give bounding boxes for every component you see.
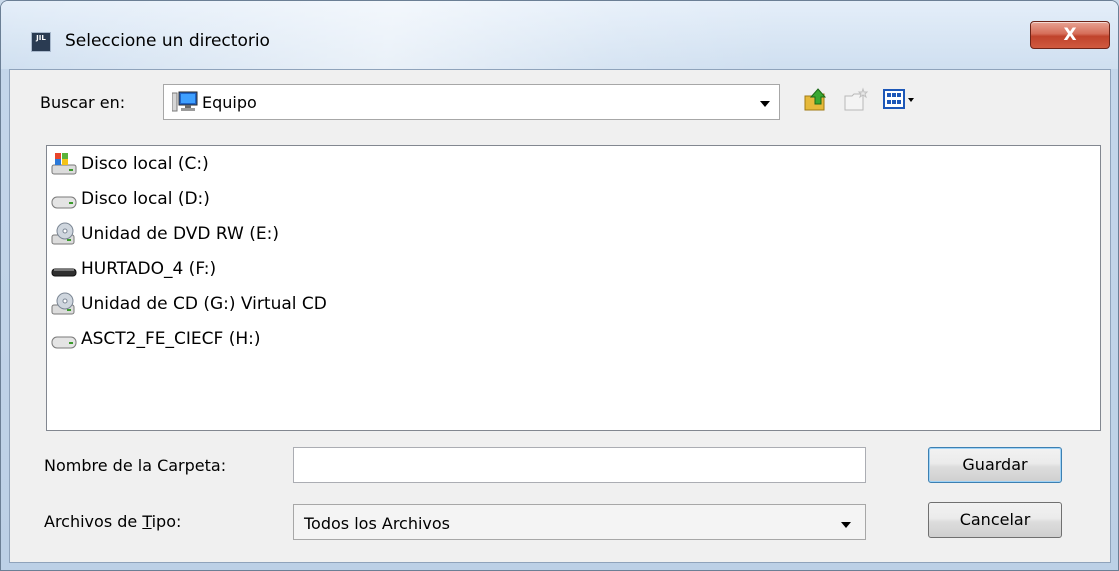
chevron-down-icon[interactable] xyxy=(841,522,851,528)
list-item[interactable]: HURTADO_4 (F:) xyxy=(51,254,216,284)
new-folder-icon xyxy=(844,87,869,111)
list-item[interactable]: Unidad de DVD RW (E:) xyxy=(51,219,279,249)
file-type-label: Archivos de Tipo: xyxy=(44,512,181,531)
view-menu-icon[interactable] xyxy=(882,86,920,114)
list-item-label: Unidad de CD (G:) Virtual CD xyxy=(81,294,327,314)
close-icon: X xyxy=(1063,25,1077,45)
file-type-value: Todos los Archivos xyxy=(304,514,451,533)
dvd-drive-icon xyxy=(51,222,75,245)
title-bar[interactable]: JIL Seleccione un directorio X xyxy=(1,1,1118,69)
list-item[interactable]: Disco local (D:) xyxy=(51,184,210,214)
file-type-label-mnemonic: T xyxy=(142,512,152,531)
computer-icon xyxy=(172,91,198,112)
list-item[interactable]: Disco local (C:) xyxy=(51,149,209,179)
look-in-label: Buscar en: xyxy=(40,93,126,112)
cancel-button[interactable]: Cancelar xyxy=(928,502,1062,538)
folder-name-label: Nombre de la Carpeta: xyxy=(44,456,227,475)
window-title: Seleccione un directorio xyxy=(65,31,270,51)
list-item-label: HURTADO_4 (F:) xyxy=(81,259,217,279)
file-type-dropdown[interactable]: Todos los Archivos xyxy=(293,504,866,540)
list-item[interactable]: Unidad de CD (G:) Virtual CD xyxy=(51,289,327,319)
list-item-label: Disco local (C:) xyxy=(81,154,209,174)
removable-drive-icon xyxy=(51,268,77,277)
list-item-label: Disco local (D:) xyxy=(81,189,210,209)
file-type-label-prefix: Archivos de xyxy=(44,512,143,531)
folder-name-input[interactable] xyxy=(293,447,866,483)
dialog-window: JIL Seleccione un directorio X Buscar en… xyxy=(0,0,1119,571)
app-icon-text: JIL xyxy=(36,34,46,42)
look-in-dropdown[interactable]: Equipo xyxy=(163,84,780,120)
file-type-label-suffix: ipo: xyxy=(151,512,182,531)
app-icon: JIL xyxy=(31,32,51,52)
system-drive-icon xyxy=(51,153,77,175)
save-button[interactable]: Guardar xyxy=(928,447,1062,483)
look-in-value: Equipo xyxy=(202,93,257,112)
up-folder-icon[interactable] xyxy=(802,86,830,114)
dialog-body: Buscar en: Equipo Disco local (C:) Disco… xyxy=(9,69,1111,563)
list-item-label: Unidad de DVD RW (E:) xyxy=(81,224,279,244)
hard-drive-icon xyxy=(51,336,77,349)
file-list[interactable]: Disco local (C:) Disco local (D:) Unidad… xyxy=(46,145,1101,431)
cd-drive-icon xyxy=(51,292,75,315)
close-button[interactable]: X xyxy=(1030,21,1110,49)
list-item[interactable]: ASCT2_FE_CIECF (H:) xyxy=(51,324,260,354)
list-item-label: ASCT2_FE_CIECF (H:) xyxy=(81,329,261,349)
chevron-down-icon[interactable] xyxy=(760,101,770,107)
hard-drive-icon xyxy=(51,196,77,209)
